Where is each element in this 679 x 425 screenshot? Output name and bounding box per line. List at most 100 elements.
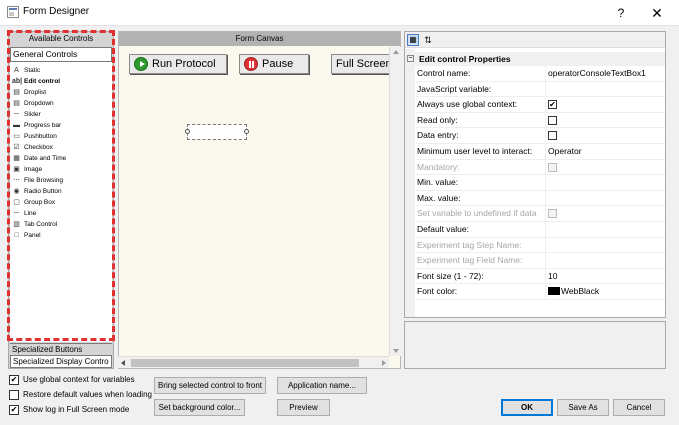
application-name-button[interactable]: Application name...	[277, 377, 367, 394]
property-name: Set variable to undefined if data	[417, 208, 537, 219]
help-button[interactable]: ?	[612, 4, 630, 22]
cancel-button[interactable]: Cancel	[613, 399, 665, 416]
property-description-panel	[404, 321, 666, 369]
form-designer-app-icon	[7, 6, 19, 18]
property-row[interactable]: Min. value:	[415, 175, 665, 191]
scroll-right-arrow-icon[interactable]	[382, 360, 386, 366]
property-value[interactable]: 10	[548, 269, 665, 284]
restore-defaults-option[interactable]: Restore default values when loading	[9, 389, 152, 401]
selected-edit-control[interactable]	[185, 124, 249, 140]
control-item[interactable]: ◉ Radio Button	[12, 186, 62, 197]
property-row[interactable]: Minimum user level to interact: Operator	[415, 144, 665, 160]
categorized-view-icon[interactable]: ▦	[407, 34, 419, 46]
run-protocol-label: Run Protocol	[152, 58, 216, 70]
property-name: Control name:	[417, 68, 471, 78]
bring-to-front-button[interactable]: Bring selected control to front	[154, 377, 266, 394]
restore-defaults-checkbox[interactable]	[9, 390, 19, 400]
canvas-vertical-scrollbar[interactable]	[389, 47, 401, 356]
property-row: Mandatory:	[415, 159, 665, 176]
control-item[interactable]: ⋯ File Browsing	[12, 175, 63, 186]
tab-general-controls[interactable]: General Controls	[10, 47, 112, 62]
control-type-icon: ◉	[13, 188, 20, 195]
control-item[interactable]: ▥ Tab Control	[12, 219, 57, 230]
scroll-down-arrow-icon[interactable]	[393, 349, 399, 353]
use-global-context-option[interactable]: ✔ Use global context for variables	[9, 374, 135, 386]
control-item[interactable]: ▦ Date and Time	[12, 153, 66, 164]
properties-group-label: Edit control Properties	[419, 54, 511, 64]
property-row[interactable]: JavaScript variable:	[415, 81, 665, 98]
property-checkbox[interactable]: ✔	[548, 100, 557, 110]
control-item[interactable]: ▢ Group Box	[12, 197, 55, 208]
property-name: Default value:	[417, 224, 469, 234]
property-divider	[545, 284, 546, 300]
control-type-icon: ▤	[13, 100, 20, 107]
property-row[interactable]: Read only:	[415, 112, 665, 129]
control-type-icon: □	[14, 232, 19, 239]
collapse-icon[interactable]: −	[407, 55, 414, 62]
property-divider	[545, 206, 546, 222]
property-row: Experiment tag Field Name:	[415, 253, 665, 269]
control-item[interactable]: ▤ Dropdown	[12, 98, 53, 109]
property-value[interactable]: operatorConsoleTextBox1	[548, 66, 665, 81]
canvas-horizontal-scrollbar[interactable]	[118, 356, 389, 368]
control-item-label: Pushbutton	[24, 133, 57, 140]
property-row[interactable]: Data entry:	[415, 128, 665, 144]
save-as-button[interactable]: Save As	[557, 399, 609, 416]
control-item[interactable]: ab| Edit control	[12, 76, 60, 87]
property-row[interactable]: Max. value:	[415, 190, 665, 207]
run-protocol-button[interactable]: Run Protocol	[129, 54, 227, 74]
property-name: Minimum user level to interact:	[417, 146, 533, 156]
control-item[interactable]: ▬ Progress bar	[12, 120, 61, 131]
set-background-color-button[interactable]: Set background color...	[154, 399, 245, 416]
ok-button[interactable]: OK	[501, 399, 553, 416]
control-item[interactable]: ▣ Image	[12, 164, 42, 175]
form-canvas-header: Form Canvas	[119, 32, 400, 46]
show-log-checkbox[interactable]: ✔	[9, 405, 19, 415]
property-checkbox[interactable]	[548, 115, 557, 125]
property-row[interactable]: Control name: operatorConsoleTextBox1	[415, 66, 665, 82]
control-item[interactable]: A Static	[12, 65, 40, 76]
resize-handle-left[interactable]	[185, 129, 190, 134]
tab-specialized-display-controls[interactable]: Specialized Display Contro	[10, 355, 112, 368]
property-name: Mandatory:	[417, 161, 460, 172]
restore-defaults-label: Restore default values when loading	[23, 390, 152, 399]
control-item-label: Radio Button	[24, 188, 62, 195]
horizontal-scroll-thumb[interactable]	[131, 359, 359, 367]
property-value[interactable]: WebBlack	[548, 284, 665, 299]
resize-handle-right[interactable]	[244, 129, 249, 134]
pause-button[interactable]: Pause	[239, 54, 309, 74]
property-divider	[545, 97, 546, 113]
property-row[interactable]: Font size (1 - 72): 10	[415, 268, 665, 285]
control-item-label: Static	[24, 67, 41, 74]
control-type-icon: ─	[14, 111, 19, 118]
property-row[interactable]: Always use global context: ✔	[415, 97, 665, 113]
property-checkbox[interactable]	[548, 131, 557, 141]
control-item[interactable]: ─ Line	[12, 208, 36, 219]
control-item[interactable]: ☑ Checkbox	[12, 142, 53, 153]
use-global-context-checkbox[interactable]: ✔	[9, 375, 19, 385]
alphabetical-sort-icon[interactable]: ⇅	[422, 34, 434, 46]
control-type-icon: A	[14, 67, 19, 74]
properties-toolbar: ▦ ⇅	[405, 32, 665, 48]
close-button[interactable]: ✕	[648, 4, 666, 22]
show-log-label: Show log in Full Screen mode	[23, 405, 130, 414]
scroll-up-arrow-icon[interactable]	[393, 50, 399, 54]
preview-button[interactable]: Preview	[277, 399, 330, 416]
control-type-icon: ▣	[13, 166, 20, 173]
show-log-option[interactable]: ✔ Show log in Full Screen mode	[9, 404, 129, 416]
scroll-left-arrow-icon[interactable]	[121, 360, 125, 366]
property-row[interactable]: Font color: WebBlack	[415, 284, 665, 300]
form-canvas[interactable]: Form Canvas Run Protocol Pause Full Scre…	[118, 31, 401, 369]
property-row[interactable]: Default value:	[415, 222, 665, 238]
control-type-icon: ab|	[12, 78, 23, 85]
control-item[interactable]: ▭ Pushbutton	[12, 131, 57, 142]
control-item-label: Tab Control	[24, 221, 58, 228]
control-item-label: Date and Time	[24, 155, 67, 162]
properties-group-header[interactable]: − Edit control Properties	[405, 52, 665, 66]
control-item[interactable]: ▤ Droplist	[12, 87, 46, 98]
control-item[interactable]: □ Panel	[12, 230, 40, 241]
property-value[interactable]: Operator	[548, 144, 665, 159]
property-divider	[545, 112, 546, 128]
tab-specialized-buttons[interactable]: Specialized Buttons	[10, 343, 112, 355]
control-item[interactable]: ─ Slider	[12, 109, 41, 120]
